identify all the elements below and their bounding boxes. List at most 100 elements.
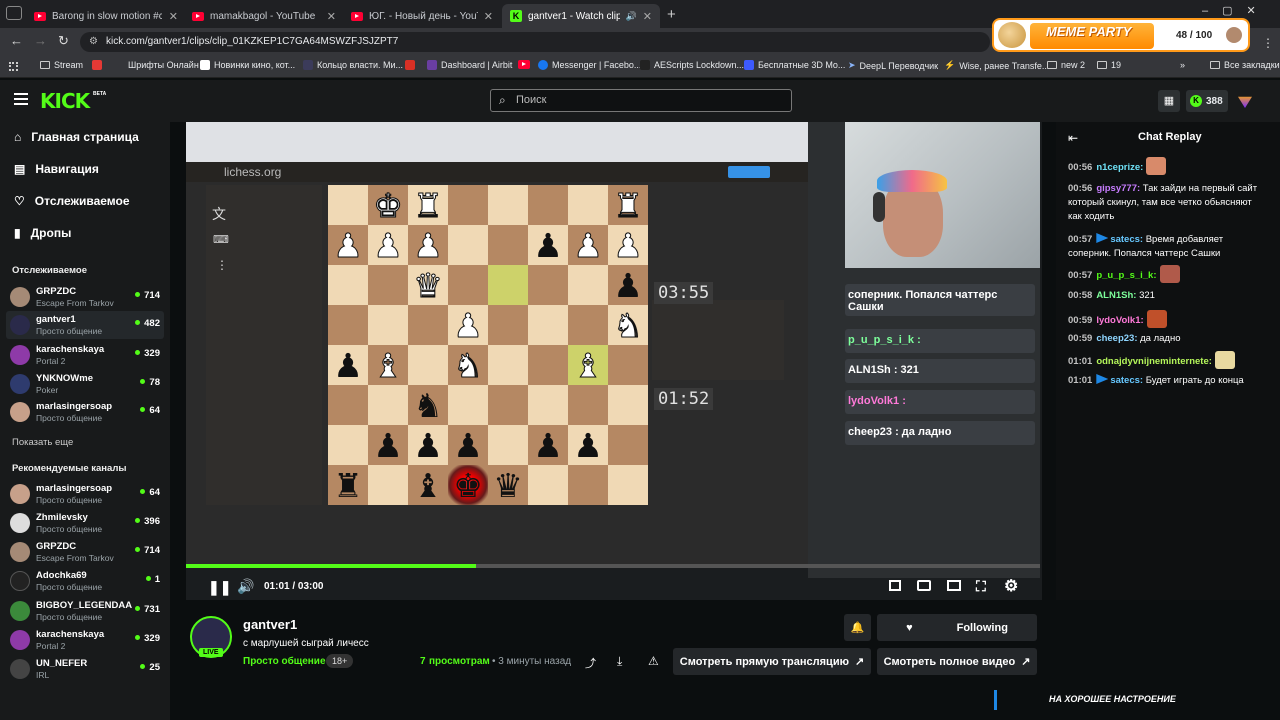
bookmark[interactable]: Кольцо власти. Ми... <box>303 60 403 70</box>
library-icon[interactable]: ▦ <box>1158 90 1180 112</box>
chat-username[interactable]: p_u_p_s_i_k: <box>1096 270 1156 281</box>
back-icon[interactable]: ← <box>10 33 23 48</box>
sidebar-channel[interactable]: Adochka69 Просто общение 1 <box>10 567 160 595</box>
volume-icon[interactable]: 🔊 <box>237 578 254 595</box>
white-knight-icon: ♞ <box>613 305 644 345</box>
chat-username[interactable]: n1ceprize: <box>1096 162 1143 173</box>
bookmark[interactable] <box>405 60 415 70</box>
sidebar-channel[interactable]: karachenskaya Portal 2 329 <box>10 626 160 654</box>
chat-username[interactable]: gipsy777: <box>1096 183 1140 194</box>
chess-square: ♚ <box>448 465 488 505</box>
close-tab-icon[interactable]: ✕ <box>484 10 493 23</box>
bookmark[interactable]: ➤ DeepL Переводчик <box>848 60 938 71</box>
bookmark[interactable]: Бесплатные 3D Mo... <box>744 60 845 70</box>
bookmark[interactable]: Messenger | Facebo... <box>538 60 641 70</box>
white-pawn-icon: ♟ <box>453 305 484 345</box>
chess-square <box>448 225 488 265</box>
bookmark[interactable]: Dashboard | Airbit <box>427 60 512 70</box>
chat-timestamp: 00:57 <box>1068 234 1093 245</box>
menu-dots-icon[interactable]: ⋮ <box>1262 36 1274 50</box>
site-info-icon[interactable]: ⚙ <box>89 36 98 47</box>
sidebar-channel-active[interactable]: gantver1 Просто общение 482 <box>10 311 160 339</box>
tab-search-icon[interactable] <box>6 6 22 20</box>
show-more-link[interactable]: Показать еще <box>12 437 73 448</box>
channel-name[interactable]: gantver1 <box>243 617 297 632</box>
bookmark[interactable] <box>518 60 530 69</box>
pip-icon[interactable] <box>947 580 961 591</box>
forward-icon[interactable]: → <box>34 33 47 48</box>
bookmark[interactable]: Все закладки <box>1210 60 1280 70</box>
sidebar-channel[interactable]: Zhmilevsky Просто общение 396 <box>10 509 160 537</box>
bookmark[interactable]: ⚡ Wise, ранее Transfe... <box>944 60 1049 71</box>
collapse-chat-icon[interactable]: ⇤ <box>1068 131 1078 145</box>
chat-username[interactable]: satecs: <box>1110 375 1143 386</box>
report-icon[interactable]: ⚠ <box>648 654 659 668</box>
nav-drops[interactable]: ▮ Дропы <box>14 226 71 240</box>
download-icon[interactable]: ⤓ <box>617 654 622 669</box>
pause-icon[interactable]: ❚❚ <box>208 579 231 596</box>
chat-username[interactable]: satecs: <box>1110 234 1143 245</box>
reload-icon[interactable]: ↻ <box>58 33 69 49</box>
following-button[interactable]: ♥ Following <box>877 614 1037 641</box>
chat-username[interactable]: ALN1Sh: <box>1096 290 1136 301</box>
nav-browse[interactable]: ▤ Навигация <box>14 162 99 176</box>
window-controls[interactable]: –▢✕ <box>1202 4 1270 17</box>
new-tab-button[interactable]: + <box>667 6 676 23</box>
kick-logo[interactable]: KICK <box>40 89 90 113</box>
facebook-icon <box>538 60 548 70</box>
bookmark[interactable]: new 2 <box>1047 60 1085 70</box>
category-link[interactable]: Просто общение <box>243 656 326 667</box>
url-field[interactable]: kick.com/gantver1/clips/clip_01KZKEP1C7G… <box>80 32 990 52</box>
bookmark[interactable] <box>92 60 102 70</box>
video-inner-browser <box>186 122 808 162</box>
fullscreen-icon[interactable]: ⛶ <box>976 578 986 595</box>
kicks-balance[interactable]: K 388 <box>1186 90 1228 112</box>
browser-tab[interactable]: mamakbagol - YouTube ✕ <box>184 4 344 28</box>
sidebar-channel[interactable]: GRPZDC Escape From Tarkov 714 <box>10 538 160 566</box>
chat-username[interactable]: odnajdyvnijneminternete: <box>1096 356 1212 367</box>
sidebar-channel[interactable]: marlasingersoap Просто общение 64 <box>10 398 160 426</box>
sidebar-channel[interactable]: YNKNOWme Poker 78 <box>10 370 160 398</box>
notification-bell-button[interactable]: 🔔 <box>844 614 871 641</box>
sidebar-channel[interactable]: BIGBOY_LEGENDAA Просто общение 731 <box>10 597 160 625</box>
avatar <box>10 287 30 307</box>
search-input[interactable]: ⌕ Поиск <box>490 89 792 112</box>
url-text: kick.com/gantver1/clips/clip_01KZKEP1C7G… <box>106 36 399 47</box>
settings-icon[interactable]: ⚙ <box>1004 576 1018 596</box>
chess-square <box>448 185 488 225</box>
bookmark[interactable]: AEScripts Lockdown... <box>640 60 744 70</box>
browser-tab-active[interactable]: Kgantver1 - Watch clips on K🔊✕ <box>502 4 660 28</box>
heart-icon: ♥ <box>906 621 913 634</box>
theater-mode-icon[interactable] <box>889 580 901 591</box>
chat-username[interactable]: lydoVolk1: <box>1096 315 1143 326</box>
bookmark[interactable]: Шрифты Онлайн <box>128 60 199 70</box>
chat-username[interactable]: cheep23: <box>1096 333 1137 344</box>
sidebar-channel[interactable]: karachenskaya Portal 2 329 <box>10 341 160 369</box>
browser-tab[interactable]: ЮГ. - Новый день - YouTube✕ <box>343 4 501 28</box>
sidebar-channel[interactable]: marlasingersoap Просто общение 64 <box>10 480 160 508</box>
watch-live-button[interactable]: Смотреть прямую трансляцию ↗ <box>673 648 871 675</box>
hamburger-menu-icon[interactable] <box>14 93 28 105</box>
watch-full-video-button[interactable]: Смотреть полное видео ↗ <box>877 648 1037 675</box>
nav-following[interactable]: ♡ Отслеживаемое <box>14 194 130 208</box>
share-icon[interactable]: ⤴ <box>585 655 596 671</box>
more-bookmarks-icon[interactable]: » <box>1180 60 1185 70</box>
chat-message: 00:57 p_u_p_s_i_k: <box>1068 265 1268 283</box>
chat-text: да ладно <box>1137 333 1181 344</box>
bookmark[interactable]: Новинки кино, кот... <box>200 60 295 70</box>
captions-icon[interactable] <box>917 580 931 591</box>
sidebar-channel[interactable]: GRPZDC Escape From Tarkov 714 <box>10 283 160 311</box>
sidebar-channel[interactable]: UN_NEFER IRL 25 <box>10 655 160 683</box>
black-pawn-icon: ♟ <box>533 225 563 265</box>
bookmark[interactable]: 19 <box>1097 60 1121 70</box>
white-pawn-icon: ♟ <box>413 225 444 265</box>
close-tab-icon[interactable]: ✕ <box>169 10 178 23</box>
browser-tab[interactable]: Barong in slow motion #cuteca✕ <box>26 4 186 28</box>
apps-grid-icon[interactable] <box>9 62 18 71</box>
bookmark[interactable]: Stream <box>40 60 83 70</box>
nav-home[interactable]: ⌂ Главная страница <box>14 130 139 144</box>
close-tab-icon[interactable]: ✕ <box>643 10 652 23</box>
close-tab-icon[interactable]: ✕ <box>327 10 336 23</box>
chat-timestamp: 00:56 <box>1068 162 1093 173</box>
chess-board: ♚ ♜ ♜ ♟ ♟ ♟ ♟ ♟ ♟ ♛ ♟ ♟ ♞ ♟ ♝ ♞ ♝ ♞ ♟ ♟ ♟ ♟ ♟ ♜ ♝ ♚ ♛ <box>328 185 648 505</box>
